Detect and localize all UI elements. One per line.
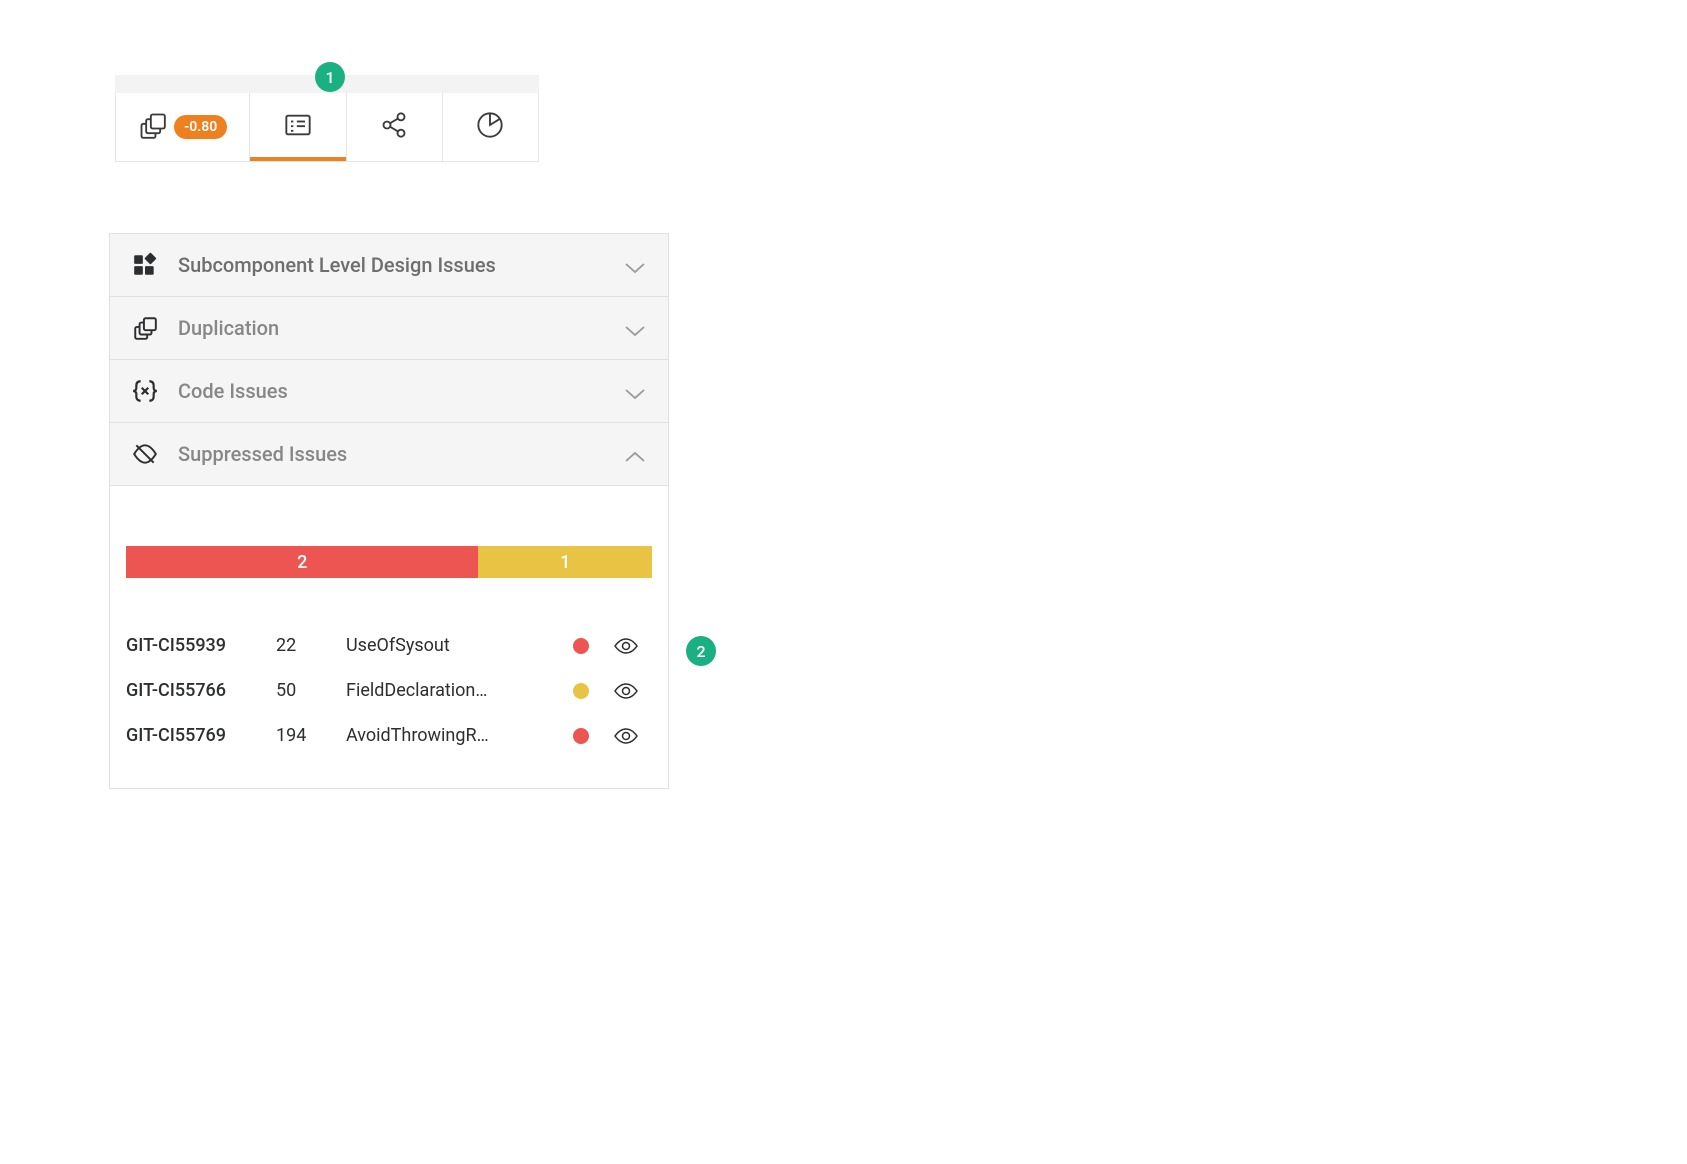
tab-overview[interactable]: -0.80 <box>116 93 250 161</box>
share-icon <box>380 111 408 143</box>
issue-id: GIT-CI55766 <box>126 680 276 701</box>
tabs: -0.80 <box>115 93 539 162</box>
issue-row[interactable]: GIT-CI5576650FieldDeclaration… <box>126 668 652 713</box>
stack-icon <box>138 111 166 143</box>
issue-line: 50 <box>276 680 346 701</box>
unsuppress-button[interactable] <box>606 683 646 699</box>
severity-dot <box>556 728 606 744</box>
accordion-code-issues[interactable]: Code Issues <box>110 360 668 423</box>
tab-chart[interactable] <box>443 93 538 161</box>
pie-chart-icon <box>476 111 504 143</box>
accordion-label: Subcomponent Level Design Issues <box>178 253 624 277</box>
severity-distribution-bar: 21 <box>126 546 652 578</box>
chevron-down-icon <box>624 322 646 334</box>
tab-badge: -0.80 <box>174 115 227 139</box>
issue-name: FieldDeclaration… <box>346 680 556 701</box>
issue-id: GIT-CI55769 <box>126 725 276 746</box>
issue-row[interactable]: GIT-CI55769194AvoidThrowingR… <box>126 713 652 758</box>
chevron-down-icon <box>624 259 646 271</box>
code-issues-icon <box>132 378 158 404</box>
accordion-duplication[interactable]: Duplication <box>110 297 668 360</box>
annotation-step-2-label: 2 <box>696 642 705 661</box>
issue-line: 22 <box>276 635 346 656</box>
accordion-label: Code Issues <box>178 379 624 403</box>
chevron-down-icon <box>624 385 646 397</box>
severity-dot <box>556 638 606 654</box>
unsuppress-button[interactable] <box>606 728 646 744</box>
unsuppress-button[interactable] <box>606 638 646 654</box>
annotation-step-2: 2 <box>686 636 716 666</box>
duplication-icon <box>132 315 158 341</box>
annotation-step-1-label: 1 <box>325 68 334 87</box>
distribution-segment[interactable]: 2 <box>126 546 478 578</box>
accordion-subcomponent-design[interactable]: Subcomponent Level Design Issues <box>110 234 668 297</box>
severity-dot <box>556 683 606 699</box>
issue-list: GIT-CI5593922UseOfSysoutGIT-CI5576650Fie… <box>126 623 652 758</box>
distribution-segment[interactable]: 1 <box>478 546 652 578</box>
issue-row[interactable]: GIT-CI5593922UseOfSysout <box>126 623 652 668</box>
issues-panel: Subcomponent Level Design Issues Duplica… <box>109 233 669 789</box>
annotation-step-1: 1 <box>315 62 345 92</box>
accordion-label: Suppressed Issues <box>178 442 624 466</box>
issue-name: UseOfSysout <box>346 635 556 656</box>
tab-details[interactable] <box>250 93 346 161</box>
accordion-label: Duplication <box>178 316 624 340</box>
issue-id: GIT-CI55939 <box>126 635 276 656</box>
chevron-up-icon <box>624 448 646 460</box>
issue-name: AvoidThrowingR… <box>346 725 556 746</box>
eye-off-icon <box>132 441 158 467</box>
issue-line: 194 <box>276 725 346 746</box>
accordion-suppressed-issues[interactable]: Suppressed Issues <box>110 423 668 486</box>
tab-graph[interactable] <box>347 93 443 161</box>
list-icon <box>284 111 312 143</box>
suppressed-issues-body: 21 GIT-CI5593922UseOfSysoutGIT-CI5576650… <box>110 546 668 788</box>
components-icon <box>132 252 158 278</box>
